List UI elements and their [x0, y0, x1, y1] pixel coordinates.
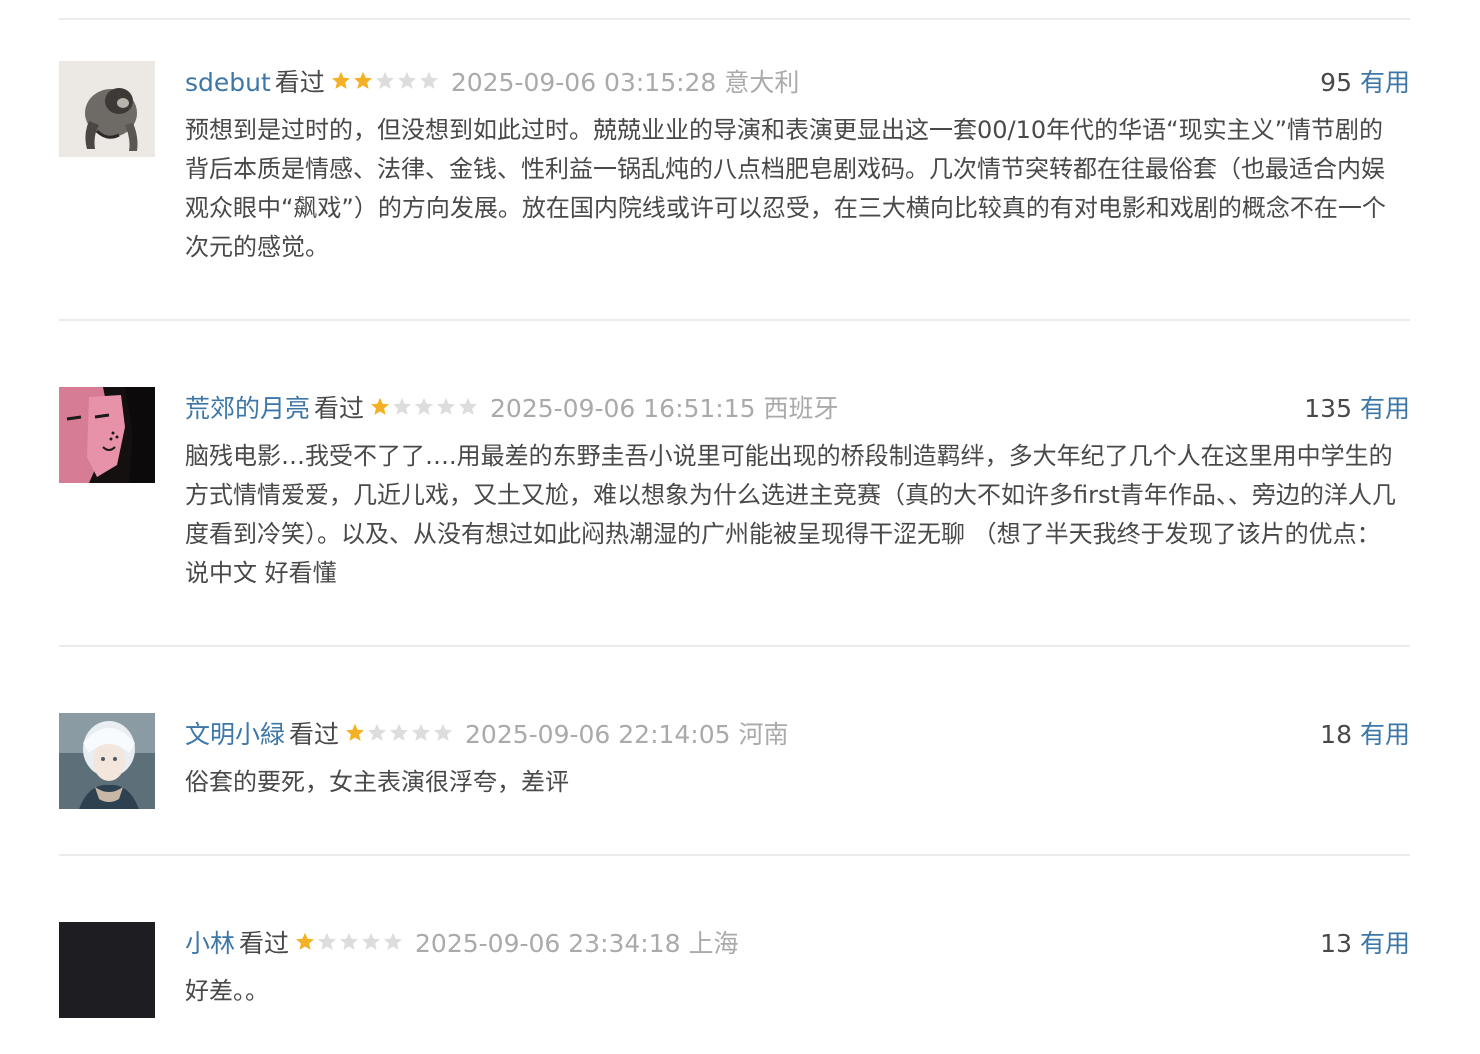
star-empty-icon	[384, 932, 403, 950]
star-filled-icon	[346, 723, 365, 741]
star-empty-icon	[390, 723, 409, 741]
watch-status: 看过	[314, 394, 365, 423]
comment-time: 2025-09-06 22:14:05	[465, 720, 731, 749]
useful-button[interactable]: 有用	[1360, 720, 1410, 749]
star-empty-icon	[340, 932, 359, 950]
author-link[interactable]: 小林	[185, 929, 235, 958]
watch-status: 看过	[239, 929, 290, 958]
watch-status: 看过	[289, 720, 340, 749]
monkey-sketch-avatar-icon	[59, 61, 155, 157]
rating-stars	[370, 396, 480, 418]
useful-button[interactable]: 有用	[1360, 394, 1410, 423]
rating-stars	[345, 722, 455, 744]
divider	[59, 645, 1410, 647]
star-filled-icon	[331, 71, 350, 89]
vote-area: 18 有用	[1320, 713, 1410, 757]
star-filled-icon	[296, 932, 315, 950]
star-empty-icon	[362, 932, 381, 950]
comment-location: 上海	[688, 929, 739, 958]
useful-button[interactable]: 有用	[1360, 929, 1410, 958]
star-empty-icon	[393, 397, 412, 415]
comment-text: 好差。。	[185, 977, 269, 1005]
useful-button[interactable]: 有用	[1360, 68, 1410, 97]
rating-stars	[295, 931, 405, 953]
star-empty-icon	[368, 723, 387, 741]
avatar[interactable]	[59, 922, 155, 1018]
star-empty-icon	[375, 71, 394, 89]
comment-text: 预想到是过时的，但没想到如此过时。兢兢业业的导演和表演更显出这一套00/10年代…	[185, 116, 1386, 261]
author-link[interactable]: sdebut	[185, 68, 271, 97]
vote-count: 18	[1320, 720, 1352, 749]
divider	[59, 854, 1410, 856]
star-empty-icon	[437, 397, 456, 415]
comment-time: 2025-09-06 03:15:28	[450, 68, 717, 97]
star-filled-icon	[371, 397, 390, 415]
vote-area: 135 有用	[1304, 387, 1410, 431]
star-empty-icon	[434, 723, 453, 741]
author-link[interactable]: 荒郊的月亮	[185, 394, 310, 423]
divider	[59, 18, 1410, 20]
avatar[interactable]	[59, 61, 155, 157]
star-empty-icon	[419, 71, 438, 89]
comment-location: 河南	[738, 720, 789, 749]
comic-faces-avatar-icon	[59, 387, 155, 483]
comment-text: 俗套的要死，女主表演很浮夸，差评	[185, 768, 569, 796]
star-empty-icon	[318, 932, 337, 950]
author-link[interactable]: 文明小緑	[185, 720, 285, 749]
vote-count: 135	[1304, 394, 1352, 423]
comment-location: 意大利	[724, 68, 800, 97]
comment-location: 西班牙	[763, 394, 839, 423]
avatar[interactable]	[59, 387, 155, 483]
comment-time: 2025-09-06 23:34:18	[415, 929, 681, 958]
vote-count: 13	[1320, 929, 1352, 958]
comment-list: sdebut 看过 2025-09-06 03:15:28 意大利 95 有用 预想到是…	[0, 0, 1480, 1054]
star-filled-icon	[353, 71, 372, 89]
divider	[59, 319, 1410, 321]
rating-stars	[331, 70, 441, 92]
star-empty-icon	[415, 397, 434, 415]
watch-status: 看过	[274, 68, 325, 97]
star-empty-icon	[397, 71, 416, 89]
comment-text: 脑残电影…我受不了了….用最差的东野圭吾小说里可能出现的桥段制造羁绊，多大年纪了…	[185, 442, 1396, 587]
star-empty-icon	[412, 723, 431, 741]
vote-area: 95 有用	[1320, 61, 1410, 105]
vote-count: 95	[1320, 68, 1352, 97]
dark-avatar-icon	[59, 922, 155, 1018]
vote-area: 13 有用	[1320, 922, 1410, 966]
star-empty-icon	[459, 397, 478, 415]
avatar[interactable]	[59, 713, 155, 809]
anime-character-avatar-icon	[59, 713, 155, 809]
comment-time: 2025-09-06 16:51:15	[490, 394, 756, 423]
